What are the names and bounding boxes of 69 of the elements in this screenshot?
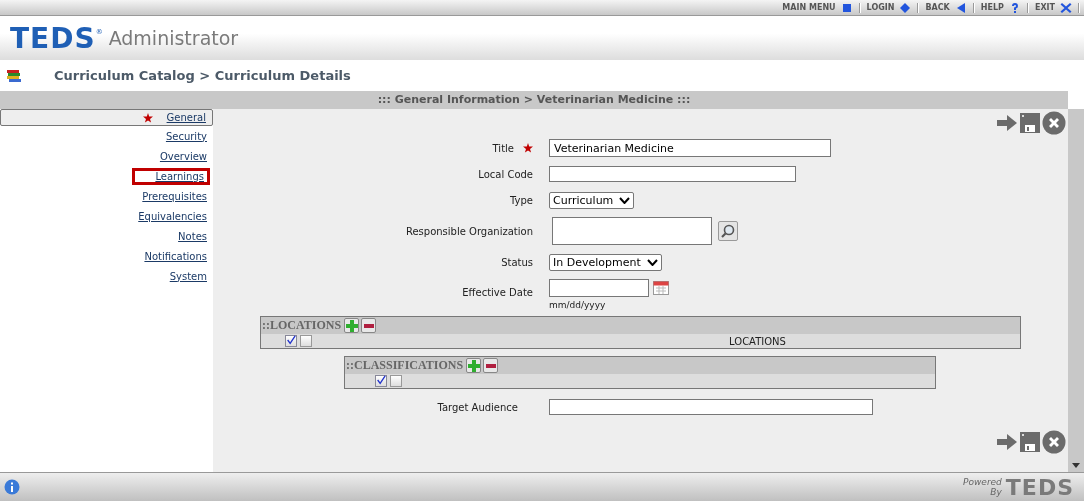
books-icon [6,68,22,83]
sidebar-link[interactable]: System [166,269,210,283]
sidebar-link[interactable]: Notes [175,229,210,243]
text-field[interactable] [549,166,796,182]
checkmark-icon [286,334,296,346]
remove-button[interactable] [361,318,377,333]
date-field[interactable] [549,279,649,297]
menu-link[interactable]: HELP [974,1,1027,14]
checkbox[interactable] [300,335,312,347]
sidebar-link[interactable]: Security [162,129,210,143]
field-label: Responsible Organization [405,225,533,237]
powered-text: Powered [963,477,1002,487]
sidebar-link[interactable]: Overview [156,149,210,163]
diamond-icon [899,1,912,14]
scroll-down-icon [1072,463,1080,468]
remove-button[interactable] [483,358,499,373]
arrow-right-icon [996,433,1018,451]
magnifier-icon [721,224,735,238]
checkbox[interactable] [285,335,297,347]
text-field[interactable]: Veterinarian Medicine [549,139,831,157]
date-format-hint: mm/dd/yyyy [549,300,607,310]
product-name: Administrator [108,27,239,49]
required-star-icon [142,112,153,123]
dropdown[interactable]: Curriculum [549,191,635,209]
text-field[interactable] [549,399,873,415]
info-icon [4,479,20,495]
section-header: ::: General Information > Veterinarian Medicine ::: [0,91,1068,109]
field-label: Effective Date [462,287,533,298]
chevron-down-icon [619,196,631,204]
checkbox[interactable] [390,375,402,387]
arrow-right-icon [996,114,1018,132]
breadcrumb: Curriculum Catalog > Curriculum Details [54,68,351,83]
field-label: Local Code [478,168,533,180]
plus-icon [345,319,358,332]
footer-logo: TEDS [1005,474,1074,500]
required-star-icon [523,143,533,153]
by-text: By [990,487,1002,497]
close-icon [1042,111,1066,135]
checkmark-icon [376,374,386,386]
field-label: Title [492,142,533,154]
scrollbar[interactable] [1068,109,1084,472]
calendar-icon [653,281,669,295]
menu-link[interactable]: EXIT [1028,1,1078,14]
square-icon [840,1,853,14]
add-button[interactable] [466,358,482,373]
sidebar-link[interactable]: Equivalencies [135,209,210,223]
close-icon [1042,430,1066,454]
menu-link[interactable]: MAIN MENU [776,1,859,14]
dropdown[interactable]: In Development [549,253,662,271]
sidebar-link[interactable]: Prerequisites [139,189,210,203]
logo-wordmark: TEDS [10,21,96,55]
panel-title: ::CLASSIFICATIONS [346,358,464,373]
plus-icon [467,359,480,372]
text-area[interactable] [552,217,712,245]
sidebar-link[interactable]: General [139,111,209,124]
close-icon [1060,1,1072,14]
menu-link[interactable]: LOGIN [860,1,918,14]
sidebar-link[interactable]: Learnings [132,167,210,185]
sidebar-link[interactable]: Notifications [141,249,210,263]
panel-title: ::LOCATIONS [262,318,342,333]
column-header: LOCATIONS [729,335,786,347]
field-label: Type [510,194,533,206]
search-button[interactable] [718,221,738,241]
checkbox[interactable] [375,375,387,387]
field-label: Status [501,256,533,268]
field-label: Target Audience [436,401,518,413]
chevron-down-icon [646,258,658,266]
menu-link[interactable]: BACK [919,1,973,14]
add-button[interactable] [344,318,360,333]
